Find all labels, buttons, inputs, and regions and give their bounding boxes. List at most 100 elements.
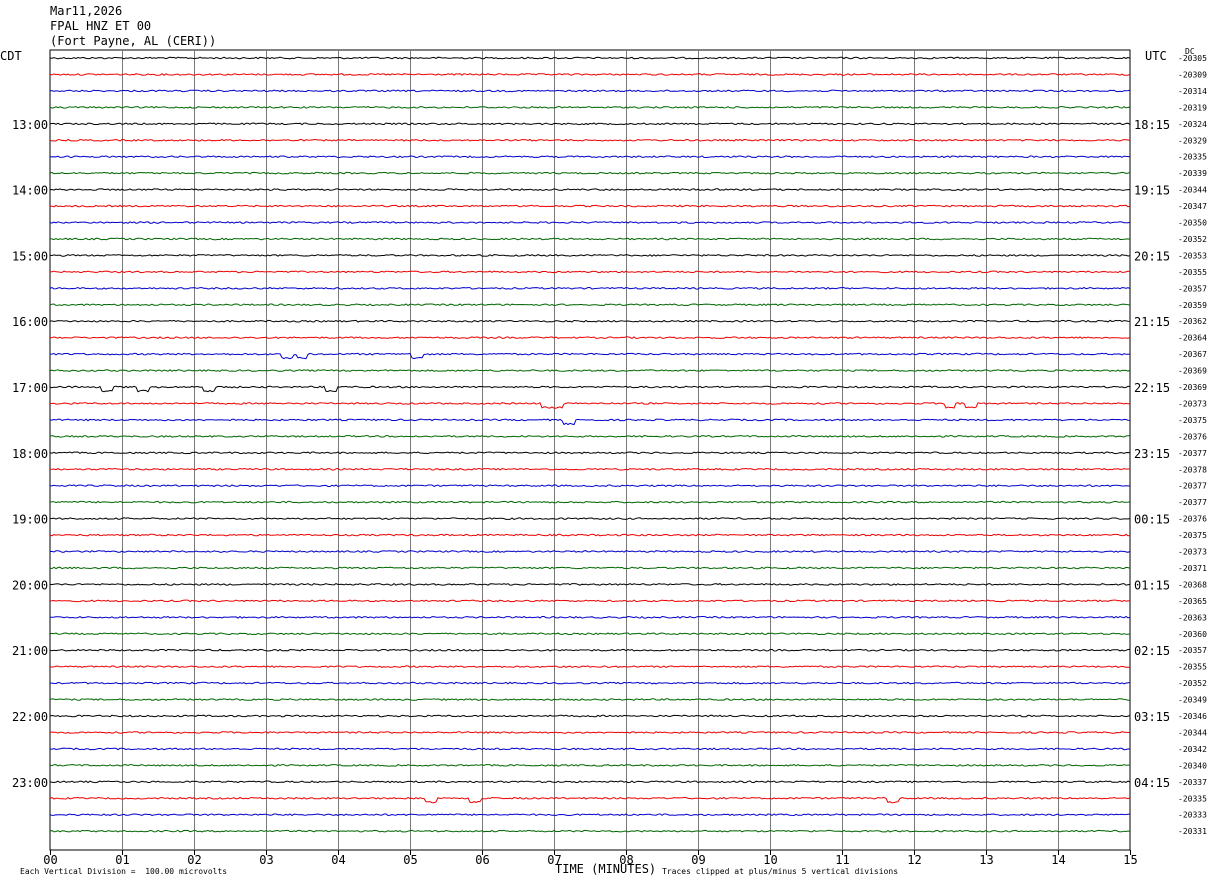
dc-offset-label: -20377 [1178,498,1207,507]
trace-row-13 [49,254,1131,257]
dc-offset-label: -20357 [1178,284,1207,293]
trace-row-41 [49,714,1131,718]
trace-row-24 [49,434,1130,438]
x-tick-label: 00 [43,853,57,867]
trace-row-22 [49,402,1130,409]
x-tick-label: 14 [1051,853,1065,867]
x-tick-label: 13 [979,853,993,867]
trace-row-17 [49,319,1131,323]
right-hour-label: 03:15 [1134,710,1170,724]
dc-offset-label: -20346 [1178,712,1207,721]
trace-row-9 [49,188,1131,192]
right-hour-label: 20:15 [1134,249,1170,263]
left-hour-label: 19:00 [12,513,48,527]
dc-offset-label: -20367 [1178,350,1207,359]
x-tick-label: 09 [691,853,705,867]
trace-row-40 [49,698,1131,701]
trace-row-48 [49,829,1131,833]
right-hour-label: 18:15 [1134,118,1170,132]
dc-offset-label: -20349 [1178,696,1207,705]
trace-row-42 [49,731,1131,734]
dc-offset-label: -20371 [1178,564,1207,573]
trace-row-19 [49,352,1131,360]
trace-row-39 [50,681,1131,685]
trace-row-20 [49,369,1131,372]
trace-row-16 [49,303,1131,307]
x-tick-label: 04 [331,853,345,867]
dc-offset-label: -20375 [1178,416,1207,425]
trace-row-12 [50,237,1131,241]
trace-row-28 [49,500,1131,504]
clip-note: Traces clipped at plus/minus 5 vertical … [662,867,899,876]
left-hour-label: 23:00 [12,776,48,790]
dc-offset-label: -20373 [1178,399,1207,408]
dc-offset-label: -20335 [1178,153,1207,162]
trace-row-3 [49,89,1131,93]
right-hour-label: 01:15 [1134,578,1170,592]
x-axis-title: TIME (MINUTES) [555,862,657,876]
trace-row-27 [49,484,1131,488]
dc-offset-label: -20335 [1178,794,1207,803]
dc-offset-label: -20357 [1178,646,1207,655]
trace-row-38 [49,665,1131,669]
dc-offset-label: -20365 [1178,597,1207,606]
trace-row-2 [49,73,1131,76]
dc-offset-label: -20324 [1178,120,1207,129]
dc-offset-label: -20376 [1178,515,1207,524]
dc-offset-label: -20340 [1178,761,1207,770]
right-hour-label: 00:15 [1134,513,1170,527]
dc-offset-label: -20344 [1178,728,1207,737]
x-tick-label: 10 [763,853,777,867]
trace-row-10 [49,204,1131,208]
left-hour-label: 22:00 [12,710,48,724]
trace-row-43 [49,747,1131,751]
dc-offset-label: -20339 [1178,169,1207,178]
dc-offset-label: -20352 [1178,679,1207,688]
dc-offset-label: -20377 [1178,482,1207,491]
trace-row-26 [50,467,1130,471]
dc-offset-label: -20352 [1178,235,1207,244]
left-hour-label: 21:00 [12,644,48,658]
dc-offset-label: -20331 [1178,827,1207,836]
seismogram-chart: -20305 -20309 -20314 -20319 -20324 -20329 -203… [12,49,1207,867]
trace-row-18 [49,336,1131,340]
dc-offset-label: -20360 [1178,630,1207,639]
dc-offset-label: -20333 [1178,811,1207,820]
trace-row-45 [49,780,1131,784]
dc-offset-label: -20305 [1178,54,1207,63]
right-hour-label: 19:15 [1134,184,1170,198]
dc-offset-label: -20377 [1178,449,1207,458]
trace-row-33 [49,582,1131,586]
dc-offset-label: -20362 [1178,317,1207,326]
right-hour-label: 02:15 [1134,644,1170,658]
trace-row-8 [49,171,1131,175]
x-tick-label: 06 [475,853,489,867]
dc-offset-label: -20350 [1178,219,1207,228]
dc-offset-label: -20329 [1178,136,1207,145]
dc-offset-label: -20376 [1178,432,1207,441]
right-hour-label: 23:15 [1134,447,1170,461]
trace-row-47 [49,813,1131,817]
dc-offset-label: -20353 [1178,251,1207,260]
dc-offset-label: -20378 [1178,465,1207,474]
x-tick-label: 05 [403,853,417,867]
trace-row-4 [49,105,1131,109]
dc-offset-label: -20342 [1178,745,1207,754]
right-hour-label: 22:15 [1134,381,1170,395]
dc-offset-label: -20359 [1178,301,1207,310]
dc-offset-label: -20373 [1178,548,1207,557]
left-hour-label: 14:00 [12,184,48,198]
dc-offset-label: -20347 [1178,202,1207,211]
dc-offset-label: -20355 [1178,663,1207,672]
dc-offset-label: -20368 [1178,580,1207,589]
trace-row-5 [49,122,1131,126]
trace-row-32 [49,566,1131,570]
x-tick-label: 12 [907,853,921,867]
trace-row-46 [49,796,1131,804]
trace-row-30 [49,533,1131,537]
dc-offset-label: -20364 [1178,334,1207,343]
trace-row-23 [49,418,1131,426]
dc-offset-label: -20369 [1178,383,1207,392]
dc-offset-label: -20344 [1178,186,1207,195]
trace-row-37 [49,648,1131,652]
